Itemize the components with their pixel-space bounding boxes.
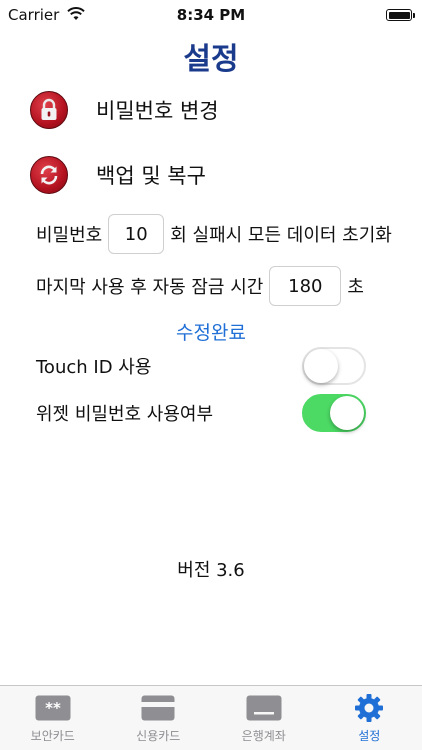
- auto-lock-setting: 마지막 사용 후 자동 잠금 시간 180 초: [36, 266, 364, 306]
- change-password-item[interactable]: 비밀번호 변경: [30, 90, 219, 130]
- auto-lock-prefix: 마지막 사용 후 자동 잠금 시간: [36, 277, 264, 298]
- tab-credit-card[interactable]: 신용카드: [106, 686, 212, 750]
- tab-bar: ** 보안카드 신용카드 은행계좌 설정: [0, 685, 422, 750]
- touch-id-setting: Touch ID 사용: [36, 346, 366, 386]
- backup-restore-item[interactable]: 백업 및 복구: [30, 155, 206, 195]
- password-reset-setting: 비밀번호 10 회 실패시 모든 데이터 초기화: [36, 214, 392, 254]
- tab-bank-account[interactable]: 은행계좌: [211, 686, 317, 750]
- lock-icon: [30, 91, 68, 129]
- password-reset-suffix: 회 실패시 모든 데이터 초기화: [170, 225, 392, 246]
- widget-password-label: 위젯 비밀번호 사용여부: [36, 404, 214, 425]
- tab-security-card[interactable]: ** 보안카드: [0, 686, 106, 750]
- tab-label: 은행계좌: [241, 729, 286, 743]
- widget-password-switch[interactable]: [302, 394, 366, 432]
- credit-card-icon: [139, 694, 177, 722]
- svg-text:**: **: [45, 699, 61, 717]
- password-attempts-field[interactable]: 10: [108, 214, 165, 254]
- widget-password-setting: 위젯 비밀번호 사용여부: [36, 393, 366, 433]
- battery-icon: [386, 9, 415, 21]
- gear-icon: [350, 694, 388, 722]
- bank-account-icon: [245, 694, 283, 722]
- touch-id-switch[interactable]: [302, 347, 366, 385]
- tab-label: 보안카드: [30, 729, 75, 743]
- page-title: 설정: [183, 42, 239, 77]
- tab-settings[interactable]: 설정: [317, 686, 422, 750]
- auto-lock-suffix: 초: [347, 277, 364, 298]
- touch-id-label: Touch ID 사용: [36, 357, 152, 378]
- switch-knob: [330, 396, 364, 430]
- edit-done-button[interactable]: 수정완료: [0, 318, 422, 345]
- change-password-label: 비밀번호 변경: [96, 99, 219, 123]
- clock-label: 8:34 PM: [176, 6, 246, 24]
- auto-lock-seconds-field[interactable]: 180: [269, 266, 342, 306]
- security-card-icon: **: [34, 694, 72, 722]
- backup-restore-label: 백업 및 복구: [96, 164, 206, 188]
- status-bar: Carrier 8:34 PM: [0, 0, 422, 30]
- settings-screen: Carrier 8:34 PM 설정 비밀번호 변경 백업 및 복구 비밀번호 …: [0, 0, 422, 750]
- switch-knob: [304, 349, 338, 383]
- version-label: 버전 3.6: [177, 560, 245, 581]
- tab-label: 설정: [358, 729, 381, 743]
- sync-icon: [30, 156, 68, 194]
- tab-label: 신용카드: [136, 729, 181, 743]
- password-reset-prefix: 비밀번호: [36, 225, 103, 246]
